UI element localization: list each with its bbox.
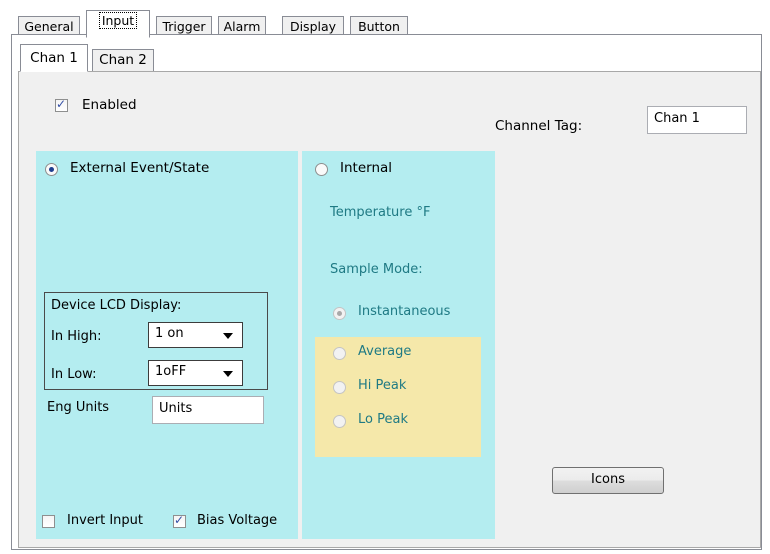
average-label: Average	[358, 344, 412, 359]
eng-units-label: Eng Units	[47, 400, 110, 415]
channel-tag-label: Channel Tag:	[495, 118, 583, 134]
hi-peak-label: Hi Peak	[358, 378, 407, 393]
chevron-down-icon	[223, 333, 233, 339]
radio-dot-icon	[337, 311, 342, 316]
tab-chan-1[interactable]: Chan 1	[20, 44, 88, 72]
average-radio[interactable]	[333, 347, 346, 360]
hi-peak-radio[interactable]	[333, 381, 346, 394]
icons-button[interactable]: Icons	[552, 467, 664, 494]
radio-dot-icon	[49, 167, 54, 172]
in-low-select[interactable]: 1oFF	[148, 360, 243, 386]
tab-chan-2[interactable]: Chan 2	[92, 49, 154, 72]
in-high-select[interactable]: 1 on	[148, 322, 243, 348]
lo-peak-radio[interactable]	[333, 415, 346, 428]
tab-input[interactable]: Input	[86, 10, 150, 38]
external-event-label: External Event/State	[70, 160, 210, 176]
bias-voltage-label: Bias Voltage	[197, 513, 278, 528]
lo-peak-label: Lo Peak	[358, 412, 408, 427]
chevron-down-icon	[223, 371, 233, 377]
internal-label: Internal	[340, 160, 393, 176]
invert-input-checkbox[interactable]	[42, 515, 55, 528]
internal-radio[interactable]	[315, 163, 328, 176]
bias-voltage-checkbox[interactable]: ✓	[173, 513, 186, 528]
enabled-checkbox[interactable]: ✓	[55, 97, 68, 112]
temperature-label: Temperature °F	[330, 205, 431, 220]
instantaneous-label: Instantaneous	[358, 304, 451, 319]
in-low-label: In Low:	[51, 367, 97, 382]
instantaneous-radio[interactable]	[333, 307, 346, 320]
invert-input-label: Invert Input	[67, 513, 144, 528]
device-lcd-display-title: Device LCD Display:	[51, 298, 182, 313]
sample-mode-label: Sample Mode:	[330, 262, 423, 277]
checkmark-icon: ✓	[56, 97, 67, 111]
checkmark-icon: ✓	[174, 513, 185, 527]
channel-tag-input[interactable]: Chan 1	[647, 106, 747, 134]
enabled-label: Enabled	[82, 97, 137, 113]
in-high-label: In High:	[51, 329, 102, 344]
external-event-radio[interactable]	[45, 163, 58, 176]
eng-units-input[interactable]: Units	[152, 396, 264, 424]
